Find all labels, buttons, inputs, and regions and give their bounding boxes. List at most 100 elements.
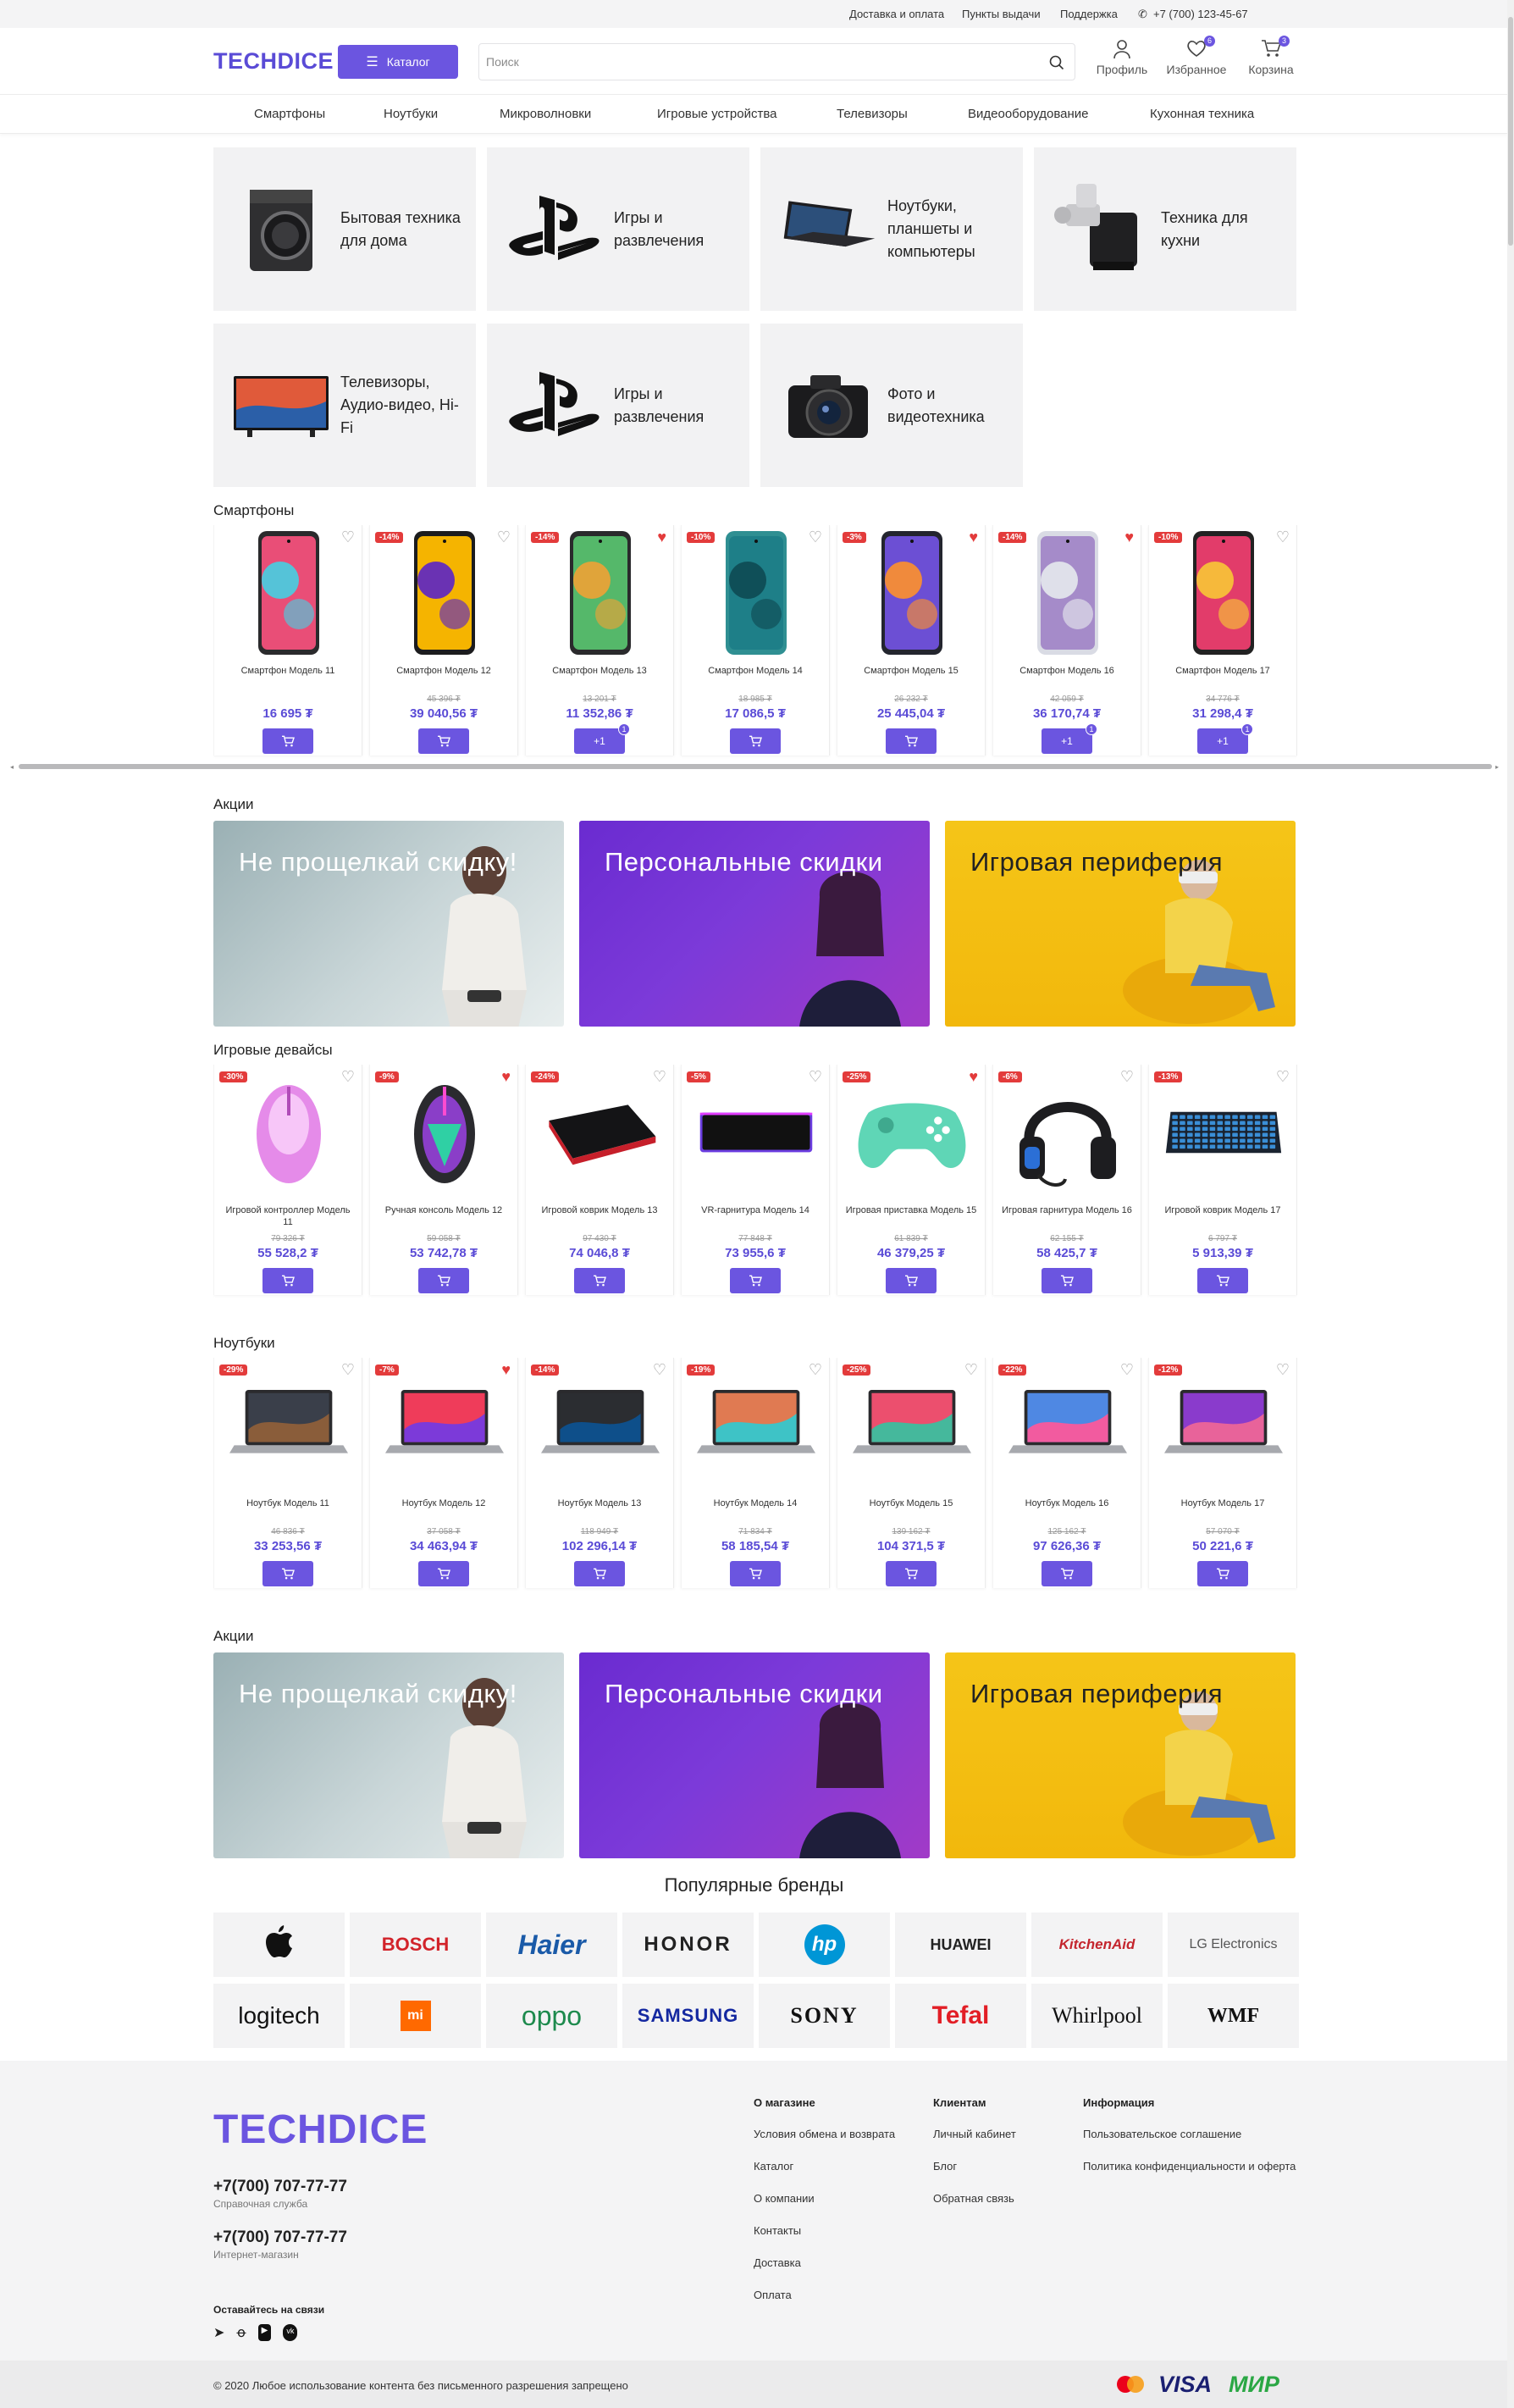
promo-banner-discount-2[interactable]: Не прощелкай скидку! — [213, 1652, 564, 1858]
product-name[interactable]: Смартфон Модель 17 — [1156, 665, 1290, 677]
add-to-cart-button[interactable]: +1 1 — [1042, 723, 1097, 754]
product-name[interactable]: Игровая гарнитура Модель 16 — [1000, 1204, 1134, 1216]
footer-link[interactable]: Доставка — [754, 2256, 801, 2269]
telegram-icon[interactable]: ➤ — [213, 2324, 224, 2341]
brand-tile[interactable]: Haier — [486, 1913, 617, 1977]
footer-phone-2[interactable]: +7(700) 707-77-77 — [213, 2228, 347, 2247]
product-image[interactable] — [697, 1065, 815, 1200]
product-image[interactable] — [1008, 1358, 1127, 1493]
product-name[interactable]: Игровая приставка Модель 15 — [844, 1204, 978, 1216]
add-to-cart-button[interactable] — [1197, 1268, 1248, 1293]
product-name[interactable]: Ноутбук Модель 13 — [533, 1497, 666, 1509]
brand-tile[interactable]: WMF — [1168, 1984, 1299, 2048]
product-image[interactable] — [1164, 525, 1283, 661]
product-name[interactable]: Смартфон Модель 15 — [844, 665, 978, 677]
footer-link[interactable]: Условия обмена и возврата — [754, 2128, 895, 2140]
product-name[interactable]: Смартфон Модель 12 — [377, 665, 511, 677]
footer-link[interactable]: Политика конфиденциальности и оферта — [1083, 2160, 1296, 2173]
product-card[interactable]: -14% ♡ Смартфон Модель 12 45 396 ₮ 39 040,56… — [369, 525, 518, 756]
add-to-cart-button[interactable] — [418, 728, 469, 754]
add-to-cart-button[interactable] — [262, 1268, 313, 1293]
product-image[interactable] — [697, 1358, 815, 1493]
logo[interactable]: TECHDICE — [213, 48, 334, 75]
product-name[interactable]: Ноутбук Модель 14 — [688, 1497, 822, 1509]
product-name[interactable]: Игровой коврик Модель 17 — [1156, 1204, 1290, 1216]
category-tile-laptops[interactable]: Ноутбуки, планшеты и компьютеры — [760, 147, 1023, 311]
product-card[interactable]: -19% ♡ Ноутбук Модель 14 71 834 ₮ 58 185,54 … — [681, 1358, 830, 1588]
scroll-left-icon[interactable]: ◂ — [10, 763, 14, 771]
category-tile-appliances[interactable]: Бытовая техника для дома — [213, 147, 476, 311]
brand-tile[interactable]: KitchenAid — [1031, 1913, 1163, 1977]
brand-tile[interactable]: hp — [759, 1913, 890, 1977]
product-card[interactable]: ♡ Смартфон Модель 11 16 695 ₮ — [213, 525, 362, 756]
add-to-cart-button[interactable] — [730, 728, 781, 754]
brand-tile[interactable]: SAMSUNG — [622, 1984, 754, 2048]
cart-button[interactable]: 3 Корзина — [1237, 36, 1305, 76]
footer-logo[interactable]: TECHDICE — [213, 2106, 428, 2153]
product-card[interactable]: -14% ♥ Смартфон Модель 13 13 201 ₮ 11 352,86… — [525, 525, 674, 756]
product-name[interactable]: Ноутбук Модель 12 — [377, 1497, 511, 1509]
product-name[interactable]: Смартфон Модель 16 — [1000, 665, 1134, 677]
footer-link[interactable]: Пользовательское соглашение — [1083, 2128, 1241, 2140]
top-link-support[interactable]: Поддержка — [1060, 8, 1118, 20]
product-image[interactable] — [1164, 1065, 1283, 1200]
add-to-cart-button[interactable] — [730, 1268, 781, 1293]
product-card[interactable]: -10% ♡ Смартфон Модель 14 18 985 ₮ 17 086,5 … — [681, 525, 830, 756]
product-name[interactable]: Ноутбук Модель 16 — [1000, 1497, 1134, 1509]
product-name[interactable]: Игровой коврик Модель 13 — [533, 1204, 666, 1216]
catalog-button[interactable]: ☰ Каталог — [338, 45, 458, 79]
product-image[interactable] — [229, 1358, 348, 1493]
product-card[interactable]: -3% ♥ Смартфон Модель 15 26 232 ₮ 25 445,04 … — [837, 525, 986, 756]
product-name[interactable]: Смартфон Модель 13 — [533, 665, 666, 677]
carousel-scrollbar-thumb[interactable] — [19, 764, 1492, 769]
nav-item-tv[interactable]: Телевизоры — [837, 107, 908, 121]
brand-tile[interactable]: logitech — [213, 1984, 345, 2048]
nav-item-kitchen[interactable]: Кухонная техника — [1150, 107, 1254, 121]
category-tile-games-2[interactable]: Игры и развлечения — [487, 324, 749, 487]
search-icon[interactable] — [1049, 55, 1064, 70]
favorites-button[interactable]: 6 Избранное — [1163, 36, 1230, 76]
product-name[interactable]: Смартфон Модель 11 — [221, 665, 355, 677]
add-to-cart-button[interactable] — [886, 728, 937, 754]
brand-tile[interactable]: SONY — [759, 1984, 890, 2048]
footer-link[interactable]: О компании — [754, 2192, 815, 2205]
product-name[interactable]: VR-гарнитура Модель 14 — [688, 1204, 822, 1216]
category-tile-games[interactable]: Игры и развлечения — [487, 147, 749, 311]
product-card[interactable]: -13% ♡ Игровой коврик Модель 17 6 797 ₮ 5 91… — [1148, 1065, 1297, 1295]
footer-link[interactable]: Контакты — [754, 2224, 801, 2237]
vk-icon[interactable]: vk — [283, 2324, 298, 2341]
product-name[interactable]: Ноутбук Модель 11 — [221, 1497, 355, 1509]
category-tile-kitchen[interactable]: Техника для кухни — [1034, 147, 1296, 311]
add-to-cart-button[interactable] — [418, 1561, 469, 1586]
brand-tile[interactable]: BOSCH — [350, 1913, 481, 1977]
nav-item-gaming[interactable]: Игровые устройства — [657, 107, 776, 121]
nav-item-smartphones[interactable]: Смартфоны — [254, 107, 325, 121]
product-image[interactable] — [385, 525, 504, 661]
add-to-cart-button[interactable] — [262, 1561, 313, 1586]
product-card[interactable]: -12% ♡ Ноутбук Модель 17 57 070 ₮ 50 221,6 ₮ — [1148, 1358, 1297, 1588]
promo-banner-discount[interactable]: Не прощелкай скидку! — [213, 821, 564, 1027]
footer-phone-1[interactable]: +7(700) 707-77-77 — [213, 2178, 347, 2196]
product-image[interactable] — [1164, 1358, 1283, 1493]
product-image[interactable] — [697, 525, 815, 661]
product-image[interactable] — [229, 525, 348, 661]
product-name[interactable]: Ноутбук Модель 17 — [1156, 1497, 1290, 1509]
add-to-cart-button[interactable] — [1042, 1561, 1092, 1586]
youtube-icon[interactable]: ▶ — [257, 2324, 272, 2341]
add-to-cart-button[interactable] — [886, 1268, 937, 1293]
promo-banner-personal-2[interactable]: Персональные скидки — [579, 1652, 930, 1858]
product-name[interactable]: Ручная консоль Модель 12 — [377, 1204, 511, 1216]
product-name[interactable]: Ноутбук Модель 15 — [844, 1497, 978, 1509]
product-card[interactable]: -7% ♥ Ноутбук Модель 12 37 058 ₮ 34 463,94 ₮ — [369, 1358, 518, 1588]
add-to-cart-button[interactable] — [574, 1268, 625, 1293]
add-to-cart-button[interactable] — [730, 1561, 781, 1586]
product-name[interactable]: Игровой контроллер Модель 11 — [221, 1204, 355, 1228]
product-image[interactable] — [853, 1065, 971, 1200]
category-tile-tv[interactable]: Телевизоры, Аудио-видео, Hi-Fi — [213, 324, 476, 487]
product-image[interactable] — [541, 525, 660, 661]
page-scrollbar-thumb[interactable] — [1508, 17, 1513, 246]
product-image[interactable] — [229, 1065, 348, 1200]
promo-banner-gaming[interactable]: Игровая периферия — [945, 821, 1296, 1027]
brand-tile[interactable]: Tefal — [895, 1984, 1026, 2048]
brand-tile[interactable]: HUAWEI — [895, 1913, 1026, 1977]
